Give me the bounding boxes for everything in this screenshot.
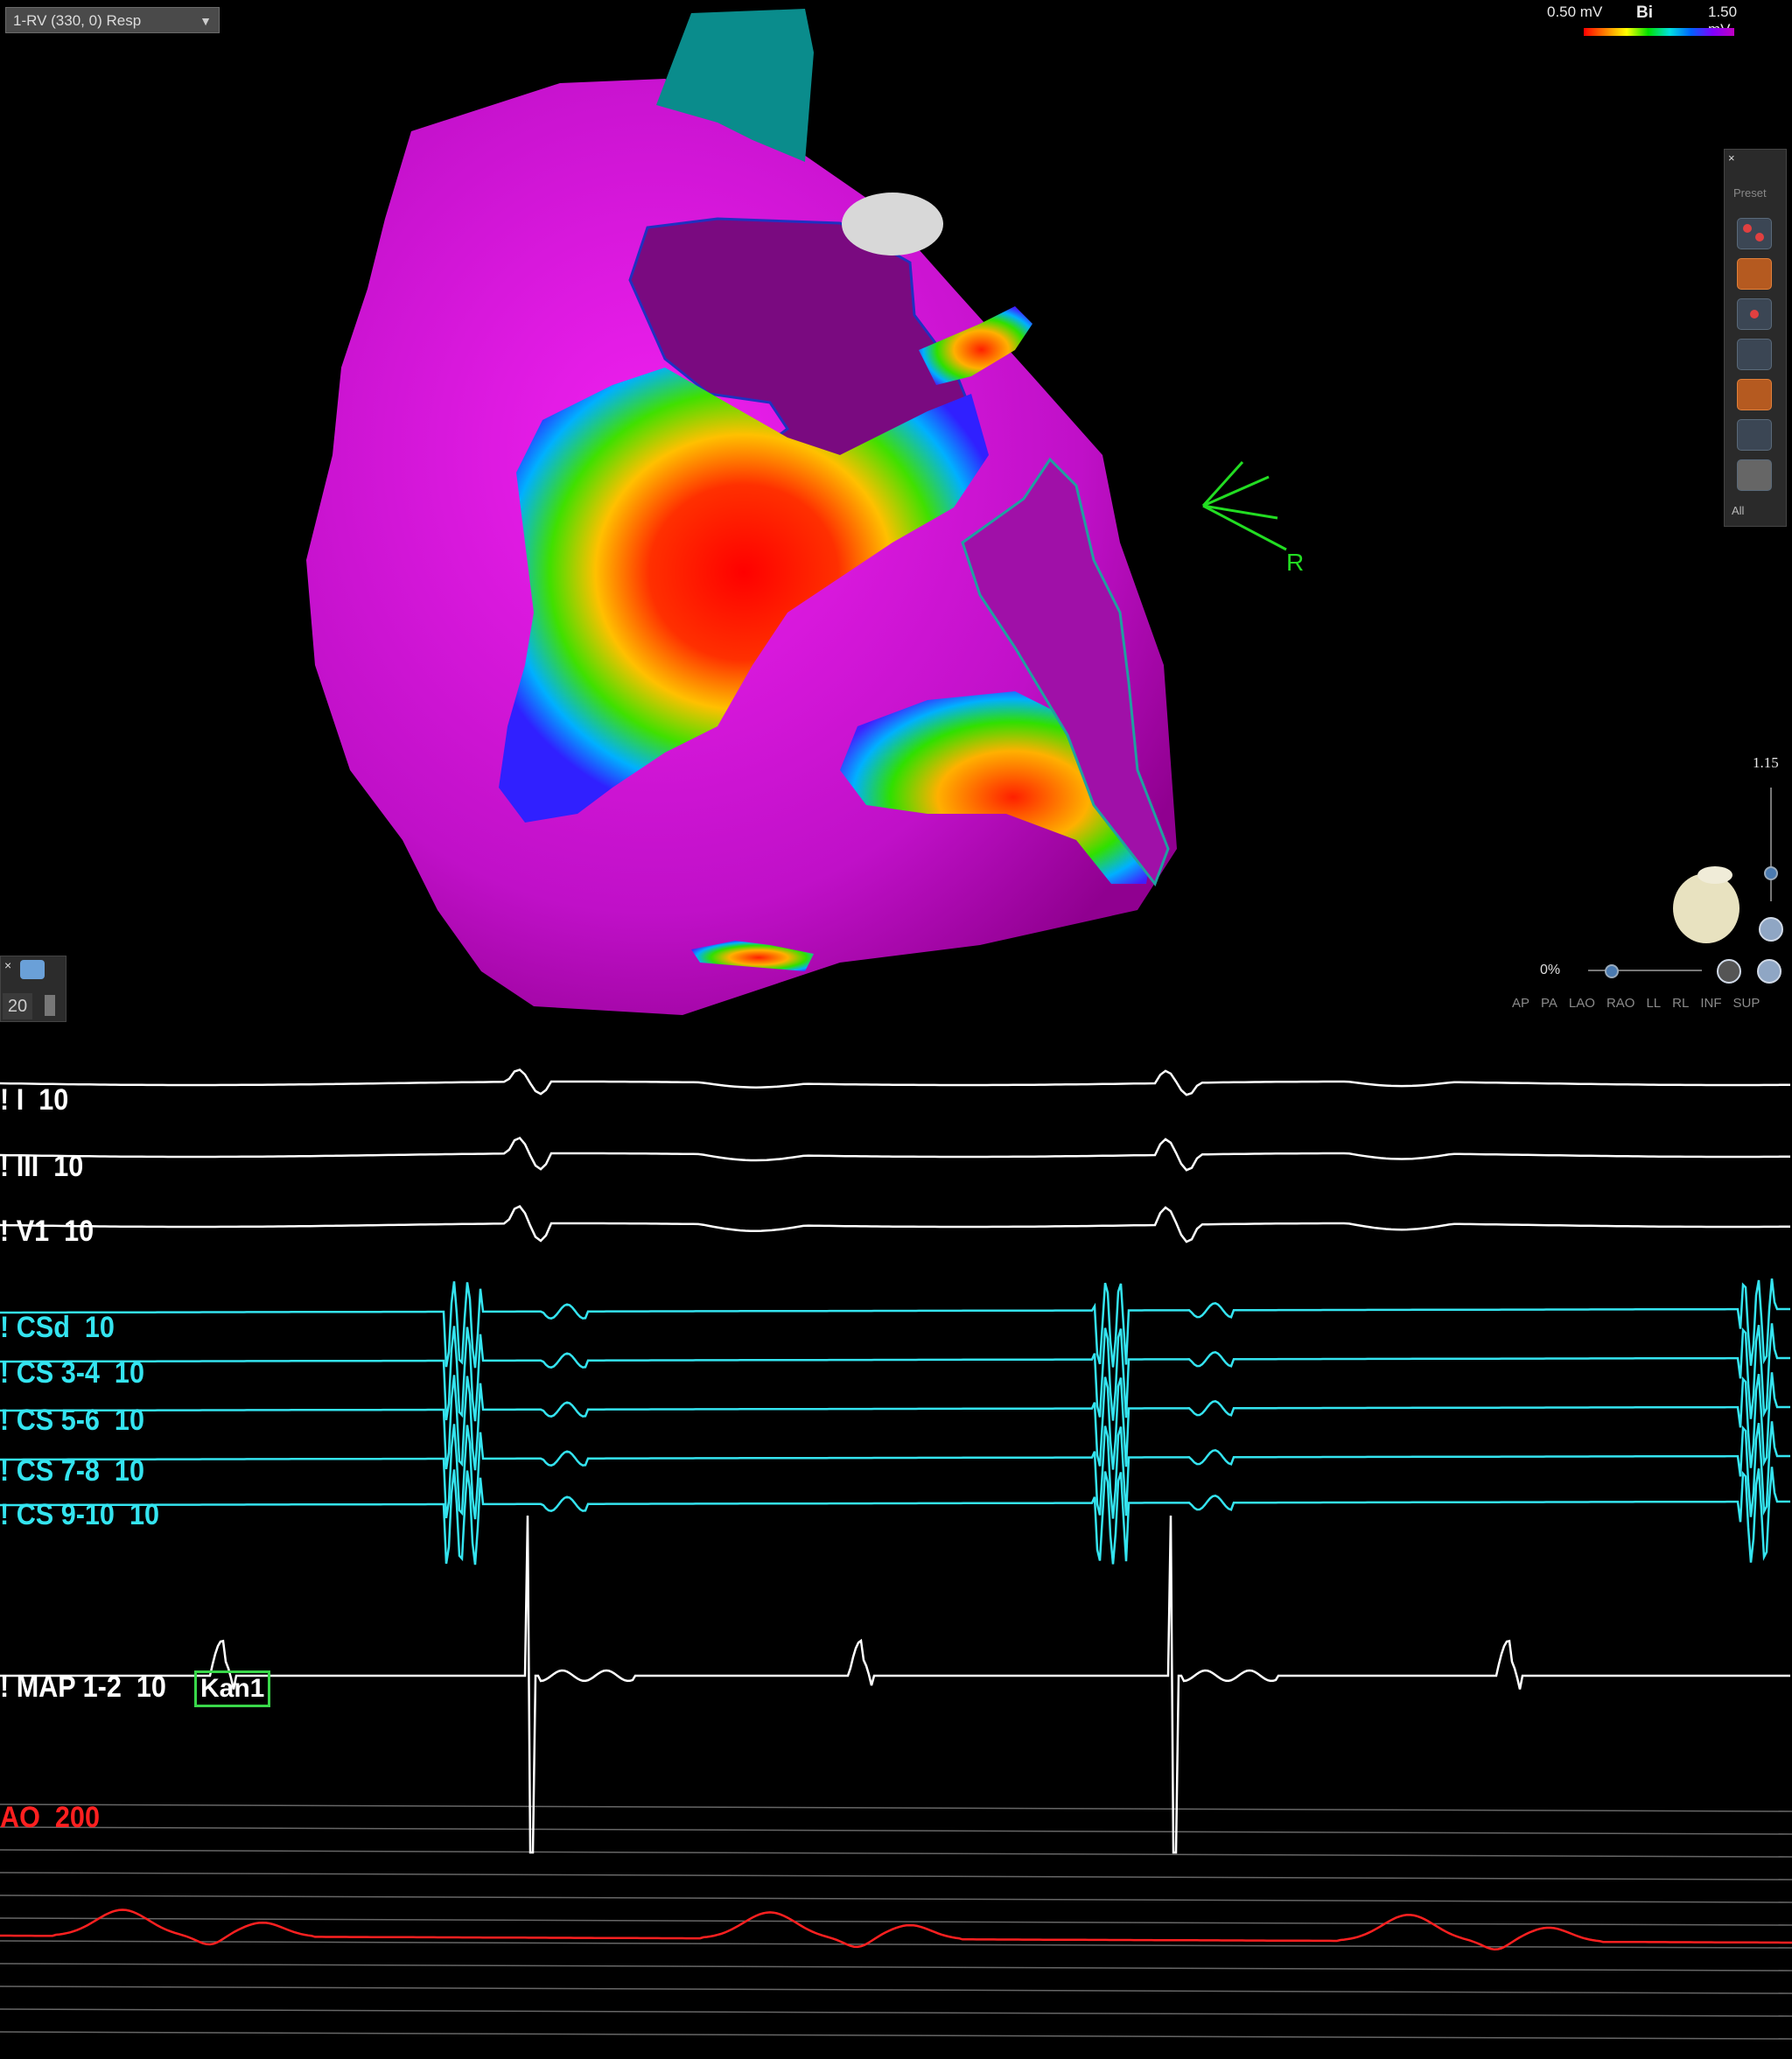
transparency-value: 0% xyxy=(1540,963,1561,977)
ao-gridline xyxy=(0,1803,1792,1812)
scale-mode[interactable]: Bi xyxy=(1636,4,1653,23)
panel-close-icon[interactable]: × xyxy=(4,958,11,972)
heart-settings-icon[interactable] xyxy=(20,960,45,979)
catheter-icon[interactable] xyxy=(1737,218,1772,249)
left-mini-panel: × 20 xyxy=(0,956,66,1022)
trace-i xyxy=(0,1068,1790,1096)
ao-gridline xyxy=(0,1849,1792,1858)
rotate-icon[interactable] xyxy=(1757,959,1782,984)
view-buttons: AP PA LAO RAO LL RL INF SUP xyxy=(1512,996,1771,1011)
ao-gridline xyxy=(0,1963,1792,1971)
ruler-icon[interactable] xyxy=(1737,459,1772,491)
ao-gridline xyxy=(0,2008,1792,2017)
landmark-oval xyxy=(842,193,943,256)
channel-label-i[interactable]: ! I 10 xyxy=(0,1083,68,1117)
zoom-value: 1.15 xyxy=(1753,754,1779,771)
channel-label-v1[interactable]: ! V1 10 xyxy=(0,1215,94,1249)
channel-label-csd[interactable]: ! CSd 10 xyxy=(0,1311,115,1345)
map-name: 1-RV (330, 0) Resp xyxy=(13,12,142,29)
channel-label-map12[interactable]: ! MAP 1-2 10 xyxy=(0,1670,166,1705)
globe-icon[interactable] xyxy=(1717,959,1741,984)
view-rao[interactable]: RAO xyxy=(1606,996,1635,1011)
trace-ao xyxy=(0,1908,1792,1951)
ao-gridline xyxy=(0,2031,1792,2040)
trace-v1 xyxy=(0,1205,1790,1243)
channel-label-cs78[interactable]: ! CS 7-8 10 xyxy=(0,1454,144,1488)
electrogram-traces xyxy=(0,1068,1792,2040)
voltage-map-3d[interactable]: R xyxy=(0,0,1792,1024)
electroanatomic-map-view[interactable]: R 1-RV (330, 0) Resp ▼ 0.50 mV Bi 1.50 m… xyxy=(0,0,1792,1024)
reset-view-icon[interactable] xyxy=(1759,917,1783,942)
channel-label-ao[interactable]: AO 200 xyxy=(0,1801,100,1835)
orientation-label: R xyxy=(1286,549,1304,576)
channel-label-cs56[interactable]: ! CS 5-6 10 xyxy=(0,1404,144,1438)
trace-cs-0 xyxy=(0,1278,1790,1369)
trace-cs-1 xyxy=(0,1323,1790,1422)
panel-value[interactable]: 20 xyxy=(3,993,32,1019)
channel-label-cs910[interactable]: ! CS 9-10 10 xyxy=(0,1498,159,1532)
trace-cs-4 xyxy=(0,1467,1790,1565)
zoom-slider[interactable] xyxy=(1770,788,1772,901)
view-ap[interactable]: AP xyxy=(1512,996,1530,1011)
channel-label-cs34[interactable]: ! CS 3-4 10 xyxy=(0,1356,144,1390)
map-toolbar: × Preset All xyxy=(1724,149,1787,527)
ao-gridline xyxy=(0,1872,1792,1880)
orientation-marker xyxy=(1201,460,1287,551)
close-icon[interactable]: × xyxy=(1728,151,1735,165)
chevron-down-icon: ▼ xyxy=(200,14,212,28)
point-icon[interactable] xyxy=(1737,298,1772,330)
grid-icon[interactable] xyxy=(1737,339,1772,370)
color-gradient xyxy=(1584,28,1734,36)
color-map-icon[interactable] xyxy=(1737,258,1772,290)
electrogram-panel: ! I 10 ! III 10 ! V1 10 ! CSd 10 ! CS 3-… xyxy=(0,1026,1792,2059)
mesh-icon[interactable] xyxy=(1737,419,1772,451)
ao-gridline xyxy=(0,1940,1792,1949)
view-inf[interactable]: INF xyxy=(1700,996,1721,1011)
view-lao[interactable]: LAO xyxy=(1569,996,1595,1011)
all-dropdown[interactable]: All xyxy=(1732,504,1744,517)
zoom-slider-knob[interactable] xyxy=(1764,866,1778,880)
ao-gridline xyxy=(0,1894,1792,1903)
orientation-heart-icon xyxy=(1673,873,1740,943)
trace-iii xyxy=(0,1136,1790,1172)
map-channel-tag[interactable]: Kan1 xyxy=(194,1670,271,1707)
transparency-knob[interactable] xyxy=(1605,964,1619,978)
trace-cs-2 xyxy=(0,1372,1790,1471)
preset-dropdown[interactable]: Preset xyxy=(1733,186,1767,200)
channel-label-iii[interactable]: ! III 10 xyxy=(0,1150,83,1184)
view-sup[interactable]: SUP xyxy=(1733,996,1760,1011)
view-ll[interactable]: LL xyxy=(1646,996,1661,1011)
view-rl[interactable]: RL xyxy=(1672,996,1689,1011)
ao-gridline xyxy=(0,1826,1792,1835)
voltage-color-scale: 0.50 mV Bi 1.50 mV xyxy=(1540,4,1759,39)
view-pa[interactable]: PA xyxy=(1541,996,1558,1011)
scale-min: 0.50 mV xyxy=(1547,4,1603,20)
map-selector[interactable]: 1-RV (330, 0) Resp ▼ xyxy=(5,7,220,33)
ao-gridline xyxy=(0,1985,1792,1994)
lock-icon[interactable] xyxy=(45,995,55,1016)
palette-icon[interactable] xyxy=(1737,379,1772,410)
